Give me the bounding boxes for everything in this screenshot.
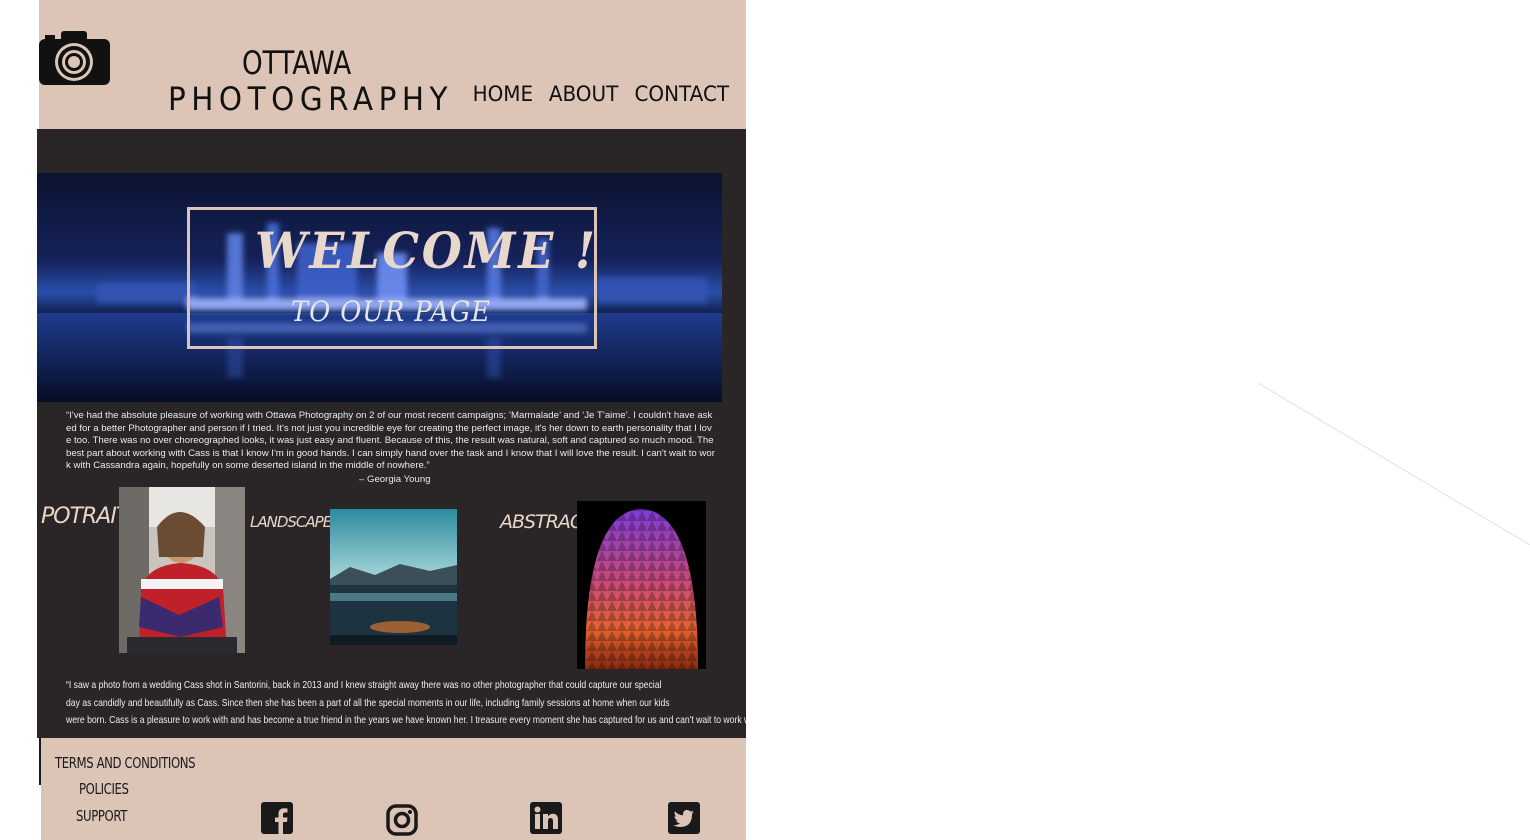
- nav-home-link[interactable]: HOME: [473, 82, 534, 106]
- site-footer: TERMS AND CONDITIONS POLICIES SUPPORT: [41, 738, 746, 840]
- linkedin-icon[interactable]: [530, 802, 562, 834]
- testimonial-santorini-line2: day as candidly and beautifully as Cass.…: [66, 697, 670, 709]
- hero-banner: WELCOME ! TO OUR PAGE: [37, 173, 722, 402]
- footer-divider: [39, 738, 41, 785]
- main-nav: HOME ABOUT CONTACT: [471, 82, 731, 106]
- twitter-icon[interactable]: [668, 802, 700, 834]
- nav-contact-link[interactable]: CONTACT: [634, 82, 729, 106]
- terms-link[interactable]: TERMS AND CONDITIONS: [55, 754, 196, 772]
- policies-link[interactable]: POLICIES: [79, 780, 129, 798]
- category-landscapes-label[interactable]: LANDSCAPES: [250, 513, 341, 531]
- abstracts-photo[interactable]: [577, 501, 706, 669]
- portraits-photo[interactable]: [119, 487, 245, 653]
- nav-about-link[interactable]: ABOUT: [549, 82, 618, 106]
- brand-title-line2: PHOTOGRAPHY: [168, 80, 454, 118]
- testimonial-santorini-line3: were born. Cass is a pleasure to work wi…: [66, 715, 746, 726]
- facebook-icon[interactable]: [261, 802, 293, 834]
- main-content: WELCOME ! TO OUR PAGE “I've had the abso…: [37, 129, 746, 738]
- testimonial-santorini-line1: “I saw a photo from a wedding Cass shot …: [66, 680, 662, 691]
- testimonial-georgia-author: – Georgia Young: [359, 474, 431, 485]
- welcome-title: WELCOME !: [255, 221, 598, 280]
- testimonial-georgia-text: “I've had the absolute pleasure of worki…: [66, 410, 715, 472]
- camera-icon[interactable]: [37, 29, 112, 87]
- welcome-subtitle: TO OUR PAGE: [291, 295, 491, 328]
- decorative-line: [1258, 383, 1530, 546]
- page: OTTAWA PHOTOGRAPHY HOME ABOUT CONTACT WE…: [37, 0, 746, 840]
- testimonial-santorini: “I saw a photo from a wedding Cass shot …: [66, 677, 746, 730]
- landscapes-photo[interactable]: [330, 509, 457, 645]
- support-link[interactable]: SUPPORT: [76, 807, 127, 825]
- instagram-icon[interactable]: [386, 804, 418, 836]
- brand-title-line1: OTTAWA: [242, 44, 352, 82]
